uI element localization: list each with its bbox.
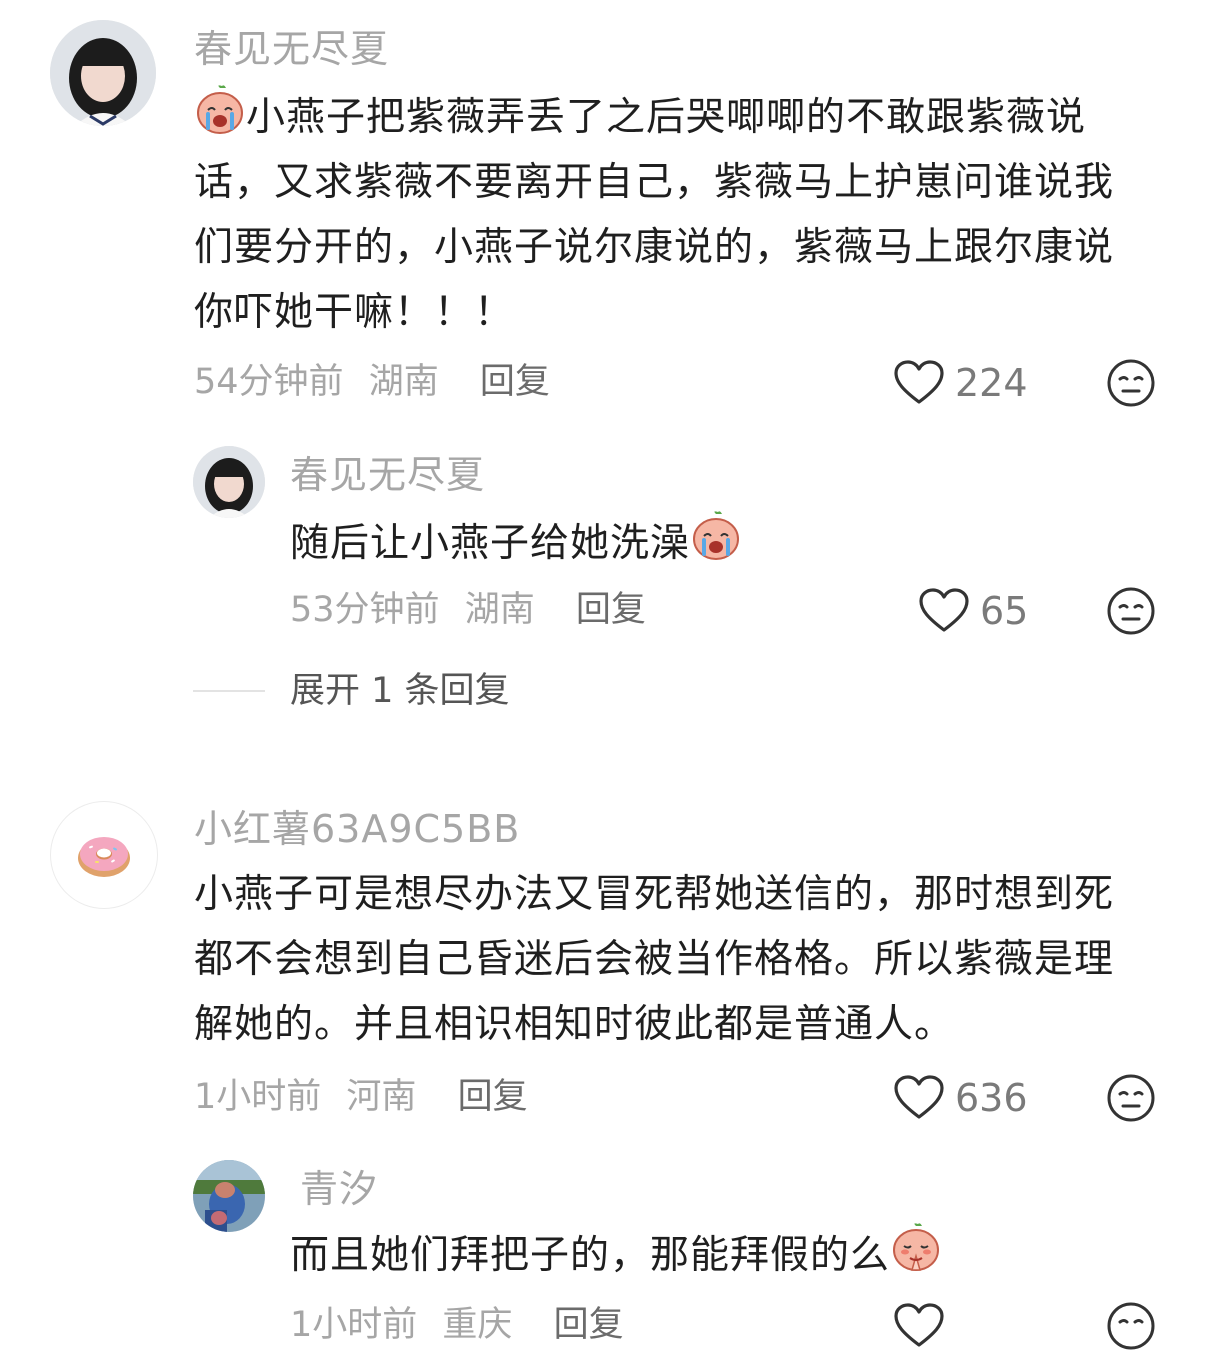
comment-line: 解她的。并且相识相知时彼此都是普通人。 <box>194 1002 955 1047</box>
donut-avatar-image <box>78 837 130 877</box>
avatar-image <box>193 1160 265 1232</box>
reply-location: 重庆 <box>442 1305 513 1345</box>
reply-time: 1小时前 <box>290 1305 418 1345</box>
comment-meta: 1小时前 河南 回复 <box>194 1075 528 1119</box>
comment-line: 都不会想到自己昏迷后会被当作格格。所以紫薇是理 <box>194 937 1115 982</box>
reply-button[interactable]: 回复 <box>554 1305 624 1345</box>
heart-icon <box>894 1075 944 1119</box>
like-button[interactable]: 636 <box>893 1075 1028 1121</box>
dislike-button[interactable] <box>1106 1073 1156 1127</box>
reply-text-content: 而且她们拜把子的，那能拜假的么 <box>290 1233 891 1278</box>
like-count: 636 <box>955 1076 1028 1120</box>
comment-text: 小燕子可是想尽办法又冒死帮她送信的，那时想到死 都不会想到自己昏迷后会被当作格格… <box>194 862 1154 1057</box>
reply-text: 而且她们拜把子的，那能拜假的么 <box>290 1222 1150 1288</box>
reply-meta: 1小时前 重庆 回复 <box>290 1303 624 1347</box>
meh-face-icon <box>1107 1074 1155 1122</box>
reply-username[interactable]: 青汐 <box>300 1166 378 1212</box>
username[interactable]: 小红薯63A9C5BB <box>194 806 520 852</box>
comment-location: 河南 <box>346 1077 417 1117</box>
dislike-button[interactable] <box>1106 1301 1156 1355</box>
reply-avatar[interactable] <box>193 1160 265 1232</box>
praying-emoji-icon <box>890 1222 942 1274</box>
comment-line: 小燕子可是想尽办法又冒死帮她送信的，那时想到死 <box>194 872 1115 917</box>
meh-face-icon <box>1107 1302 1155 1350</box>
like-button[interactable] <box>893 1303 945 1349</box>
reply-button[interactable]: 回复 <box>458 1077 528 1117</box>
avatar[interactable] <box>50 801 158 909</box>
comment-time: 1小时前 <box>194 1077 322 1117</box>
heart-icon <box>894 1303 944 1347</box>
comment-item: 小红薯63A9C5BB 小燕子可是想尽办法又冒死帮她送信的，那时想到死 都不会想… <box>0 0 1206 1364</box>
